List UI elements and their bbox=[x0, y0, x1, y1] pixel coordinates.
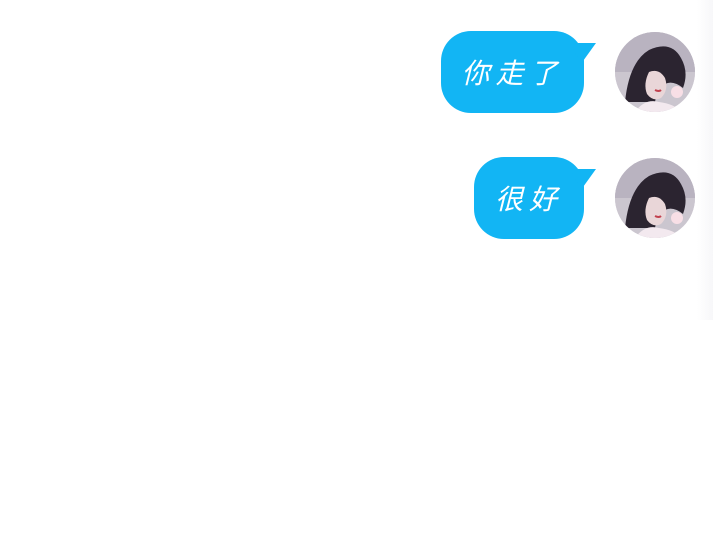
message-bubble[interactable]: 你走了 bbox=[441, 31, 584, 113]
chat-window: 你走了 很好 bbox=[0, 0, 713, 549]
user-avatar-photo-icon bbox=[615, 32, 695, 112]
message-row: 很好 bbox=[474, 157, 695, 239]
message-row: 你走了 bbox=[441, 31, 695, 113]
scroll-edge bbox=[697, 0, 713, 320]
message-text: 很好 bbox=[495, 183, 564, 216]
message-bubble[interactable]: 很好 bbox=[474, 157, 584, 239]
avatar[interactable] bbox=[615, 158, 695, 238]
user-avatar-photo-icon bbox=[615, 158, 695, 238]
message-text: 你走了 bbox=[461, 57, 564, 90]
avatar[interactable] bbox=[615, 32, 695, 112]
